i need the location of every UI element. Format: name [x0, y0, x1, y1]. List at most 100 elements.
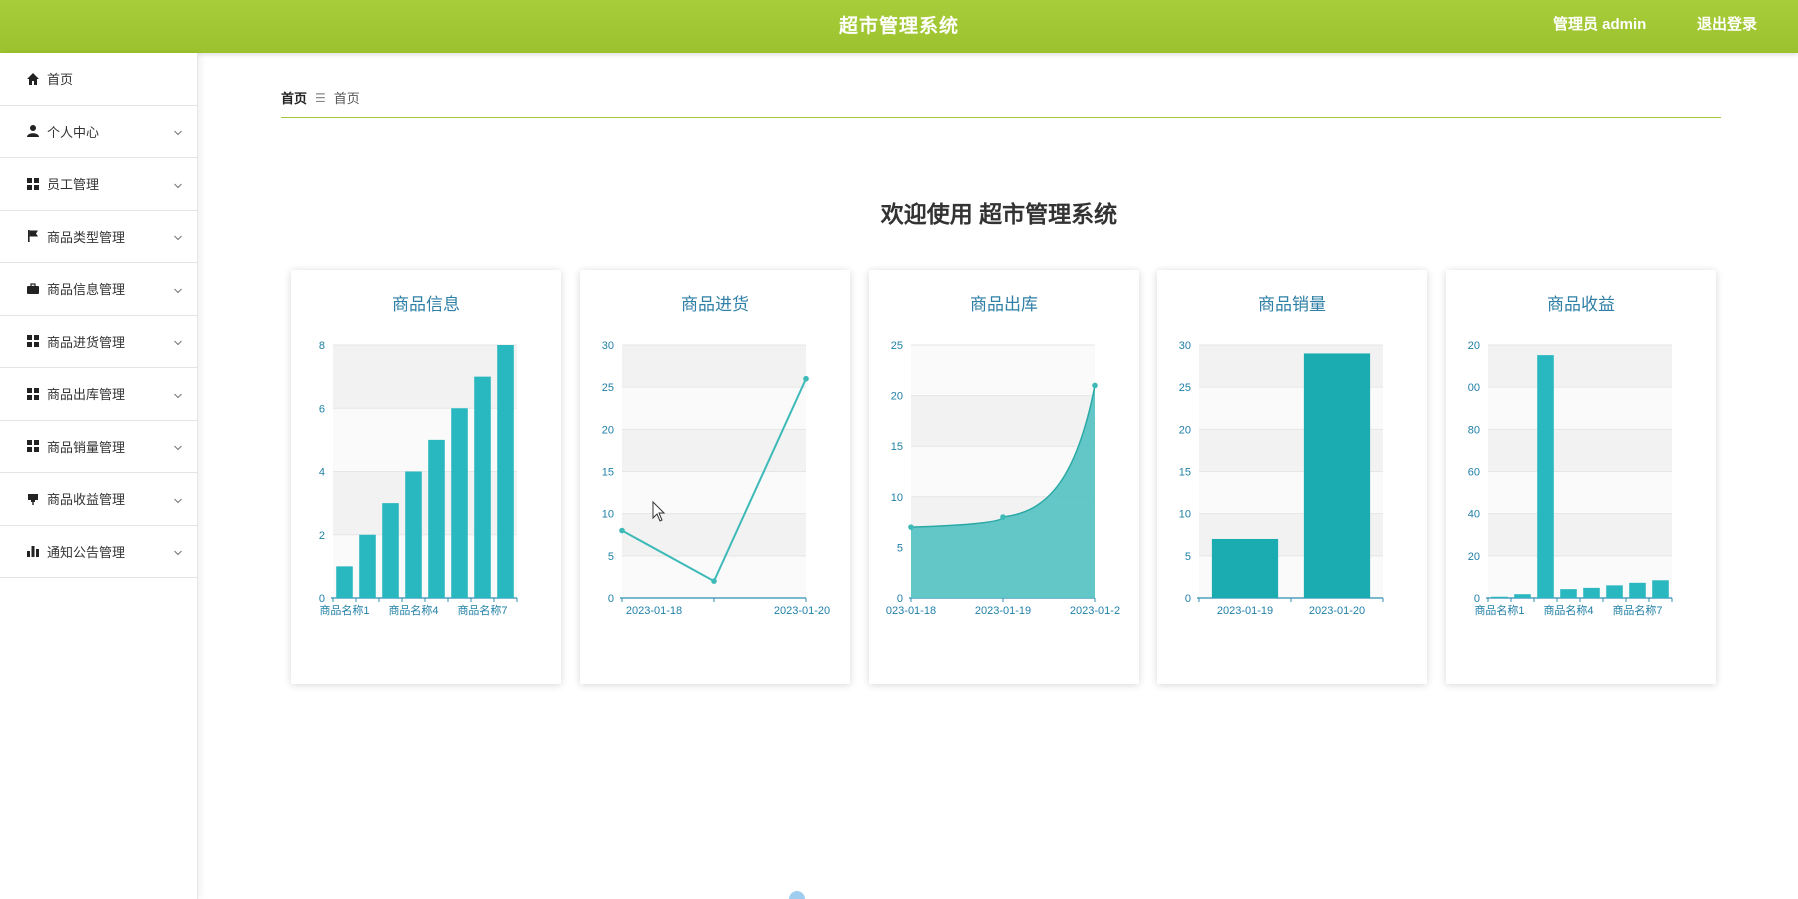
bar[interactable]	[1491, 596, 1508, 598]
x-tick-label: 商品名称4	[388, 603, 438, 617]
y-tick-label: 00	[1468, 382, 1480, 394]
data-point[interactable]	[908, 524, 914, 530]
y-tick-label: 5	[897, 542, 903, 554]
mouse-cursor-icon	[652, 501, 666, 522]
grid-icon	[26, 439, 40, 453]
x-tick-label: 2023-01-18	[626, 605, 682, 617]
bar[interactable]	[405, 471, 422, 599]
grid-band	[622, 429, 806, 472]
y-tick-label: 20	[1179, 424, 1191, 436]
chart-card-sales: 商品销量 0 5 10 15 20 25 30 2023-01-19 2023-01-20	[1157, 270, 1427, 684]
x-tick-label: 2023-01-19	[1217, 605, 1273, 617]
chevron-down-icon	[173, 389, 183, 399]
y-tick-label: 25	[891, 340, 903, 352]
x-tick-label: 023-01-18	[886, 605, 936, 617]
data-point[interactable]	[1000, 514, 1006, 520]
y-tick-label: 20	[891, 391, 903, 403]
x-tick-label: 2023-01-2	[1070, 605, 1120, 617]
x-tick-label: 2023-01-20	[1309, 605, 1365, 617]
flag-icon	[26, 229, 40, 243]
y-tick-label: 0	[1474, 593, 1480, 605]
chart-card-product-info: 商品信息 0 2 4 6 8 商品名称1 商品名称4 商品名称7	[291, 270, 561, 684]
back-to-top-dot[interactable]	[789, 891, 805, 899]
data-point[interactable]	[619, 527, 625, 534]
y-tick-label: 20	[1468, 551, 1480, 563]
bar[interactable]	[1583, 587, 1600, 598]
grid-band	[1488, 345, 1672, 388]
bar[interactable]	[1514, 594, 1531, 598]
chevron-down-icon	[173, 284, 183, 294]
y-tick-label: 10	[602, 509, 614, 521]
sidebar-item-label: 商品销量管理	[47, 439, 126, 455]
y-tick-label: 2	[319, 530, 325, 542]
grid-band	[622, 345, 806, 388]
sidebar-item-0[interactable]: 首页	[0, 53, 197, 106]
y-tick-label: 0	[608, 593, 614, 605]
y-tick-label: 0	[319, 593, 325, 605]
sidebar-item-label: 商品类型管理	[47, 229, 126, 245]
chart-card-outbound: 商品出库 0 5 10 15 20 25 023-01-18 2023-01-19 2023-0…	[869, 270, 1139, 684]
chart-card-purchase: 商品进货 0 5 10 15 20 25 30 2023-01-18 2023-01-20	[580, 270, 850, 684]
top-header: 超市管理系统 管理员 admin 退出登录	[0, 0, 1798, 53]
sidebar-item-1[interactable]: 个人中心	[0, 106, 197, 158]
data-point[interactable]	[1092, 382, 1098, 389]
breadcrumb-separator-icon: ☰	[315, 90, 326, 105]
chevron-down-icon	[173, 179, 183, 189]
y-tick-label: 40	[1468, 509, 1480, 521]
app-title: 超市管理系统	[838, 16, 959, 37]
bar[interactable]	[336, 566, 353, 598]
bar[interactable]	[1303, 353, 1371, 598]
grid-band	[622, 471, 806, 514]
bar[interactable]	[1537, 355, 1554, 598]
breadcrumb-home[interactable]: 首页	[281, 88, 307, 107]
data-point[interactable]	[711, 578, 717, 584]
y-tick-label: 8	[319, 340, 325, 352]
briefcase-icon	[26, 282, 40, 296]
data-point[interactable]	[803, 375, 809, 382]
sidebar-item-7[interactable]: 商品销量管理	[0, 421, 197, 473]
chevron-down-icon	[173, 336, 183, 346]
chevron-down-icon	[173, 441, 183, 451]
y-tick-label: 10	[1179, 509, 1191, 521]
bar[interactable]	[1652, 580, 1669, 598]
sidebar-item-8[interactable]: 商品收益管理	[0, 473, 197, 526]
sidebar-item-4[interactable]: 商品信息管理	[0, 263, 197, 316]
grid-band	[1488, 387, 1672, 430]
grid-band	[1488, 429, 1672, 472]
grid-band	[622, 387, 806, 430]
sidebar-item-5[interactable]: 商品进货管理	[0, 316, 197, 368]
sidebar-item-6[interactable]: 商品出库管理	[0, 368, 197, 421]
bar[interactable]	[382, 503, 399, 598]
sidebar-item-label: 个人中心	[47, 124, 100, 140]
bar[interactable]	[497, 345, 514, 598]
sidebar-item-label: 首页	[47, 72, 74, 88]
bar[interactable]	[359, 534, 376, 598]
y-tick-label: 15	[891, 441, 903, 453]
product-info-bar-chart: 0 2 4 6 8 商品名称1 商品名称4 商品名称7	[319, 340, 518, 617]
grid-icon	[26, 177, 40, 191]
chevron-down-icon	[173, 546, 183, 556]
y-tick-label: 20	[1468, 340, 1480, 352]
x-tick-label: 商品名称1	[1474, 603, 1524, 617]
x-tick-label: 商品名称7	[1612, 603, 1662, 617]
bar[interactable]	[1629, 582, 1646, 598]
bar[interactable]	[474, 376, 491, 598]
y-tick-label: 60	[1468, 467, 1480, 479]
sidebar-item-label: 商品进货管理	[47, 334, 126, 350]
bar[interactable]	[451, 408, 468, 598]
grid-band	[622, 513, 806, 556]
x-tick-label: 2023-01-20	[774, 605, 830, 617]
breadcrumb: 首页 ☰ 首页	[281, 88, 360, 107]
bar[interactable]	[1560, 589, 1577, 598]
bar[interactable]	[428, 439, 445, 598]
y-tick-label: 4	[319, 467, 325, 479]
sidebar-item-9[interactable]: 通知公告管理	[0, 526, 197, 578]
grid-band	[1488, 471, 1672, 514]
chart-card-revenue: 商品收益 0 20 40 60 80 00 20 商品名称1 商品名称4 商品名称7	[1446, 270, 1716, 684]
y-tick-label: 15	[602, 467, 614, 479]
revenue-bar-chart: 0 20 40 60 80 00 20 商品名称1 商品名称4 商品名称7	[1468, 340, 1673, 617]
bar[interactable]	[1606, 585, 1623, 598]
logout-button[interactable]: 退出登录	[1697, 0, 1757, 50]
bar[interactable]	[1211, 538, 1279, 598]
chevron-down-icon	[173, 494, 183, 504]
